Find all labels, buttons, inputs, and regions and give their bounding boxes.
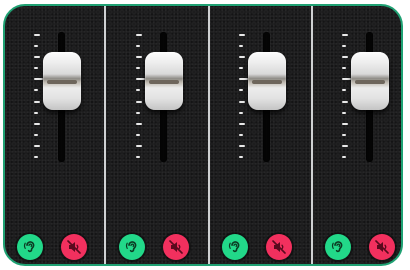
fader-scale-tick xyxy=(342,67,346,69)
fader-scale-tick xyxy=(342,78,351,80)
channel-strip-2 xyxy=(107,6,209,264)
fader-scale-tick xyxy=(136,78,145,80)
fader-scale-tick xyxy=(239,101,245,103)
channel-divider xyxy=(104,6,106,264)
fader-scale-tick xyxy=(34,134,38,136)
fader-scale-tick xyxy=(34,34,40,36)
fader-scale-tick xyxy=(342,112,346,114)
fader-scale-tick xyxy=(239,34,245,36)
ear-icon xyxy=(228,241,240,253)
fader-scale-tick xyxy=(136,123,142,125)
fader-scale-tick xyxy=(34,89,38,91)
fader-scale-tick xyxy=(136,45,140,47)
speaker-muted-icon xyxy=(272,240,286,254)
channel-strip-1 xyxy=(5,6,107,264)
speaker-muted-icon xyxy=(67,240,81,254)
fader-scale-tick xyxy=(136,112,140,114)
fader-scale-tick xyxy=(342,56,348,58)
speaker-muted-icon xyxy=(169,240,183,254)
fader-scale-tick xyxy=(239,112,243,114)
mute-button[interactable] xyxy=(163,234,189,260)
fader-scale-tick xyxy=(34,156,38,158)
fader-scale-tick xyxy=(136,56,142,58)
ear-icon xyxy=(23,241,35,253)
speaker-muted-icon xyxy=(375,240,389,254)
fader-scale-tick xyxy=(34,112,38,114)
fader-knob-groove xyxy=(252,80,282,84)
fader-scale-tick xyxy=(136,101,142,103)
fader-scale-tick xyxy=(342,34,348,36)
fader-scale-tick xyxy=(239,134,243,136)
fader-scale-tick xyxy=(136,34,142,36)
fader-scale-tick xyxy=(342,134,346,136)
fader-scale-tick xyxy=(34,67,38,69)
mute-button[interactable] xyxy=(266,234,292,260)
fader-scale-tick xyxy=(342,45,346,47)
fader-scale-tick xyxy=(136,156,140,158)
mixer-panel xyxy=(3,4,403,266)
fader-scale-tick xyxy=(239,156,243,158)
fader-scale-tick xyxy=(342,89,346,91)
channel-strip-3 xyxy=(210,6,312,264)
fader-scale-tick xyxy=(239,45,243,47)
monitor-button[interactable] xyxy=(222,234,248,260)
fader-scale-tick xyxy=(239,56,245,58)
fader-scale-tick xyxy=(239,78,248,80)
fader-knob[interactable] xyxy=(248,52,286,110)
fader-scale-tick xyxy=(34,45,38,47)
ear-icon xyxy=(125,241,137,253)
fader-scale-tick xyxy=(342,123,348,125)
fader-scale-tick xyxy=(342,156,346,158)
fader-scale-tick xyxy=(239,123,245,125)
fader-knob-groove xyxy=(47,80,77,84)
fader-scale-tick xyxy=(34,123,40,125)
fader-scale-tick xyxy=(34,101,40,103)
fader-scale-tick xyxy=(34,56,40,58)
fader-scale-tick xyxy=(136,67,140,69)
fader-knob[interactable] xyxy=(351,52,389,110)
monitor-button[interactable] xyxy=(17,234,43,260)
mute-button[interactable] xyxy=(61,234,87,260)
fader-knob-groove xyxy=(355,80,385,84)
fader-scale-tick xyxy=(342,145,348,147)
fader-knob-groove xyxy=(149,80,179,84)
ear-icon xyxy=(331,241,343,253)
fader-scale-tick xyxy=(239,145,245,147)
monitor-button[interactable] xyxy=(119,234,145,260)
fader-scale-tick xyxy=(34,145,40,147)
fader-knob[interactable] xyxy=(145,52,183,110)
fader-scale-tick xyxy=(136,145,142,147)
channel-strip-4 xyxy=(313,6,401,264)
fader-scale-tick xyxy=(34,78,43,80)
fader-scale-tick xyxy=(342,101,348,103)
mute-button[interactable] xyxy=(369,234,395,260)
fader-scale-tick xyxy=(136,89,140,91)
fader-scale-tick xyxy=(239,89,243,91)
monitor-button[interactable] xyxy=(325,234,351,260)
fader-scale-tick xyxy=(136,134,140,136)
fader-scale-tick xyxy=(239,67,243,69)
fader-knob[interactable] xyxy=(43,52,81,110)
